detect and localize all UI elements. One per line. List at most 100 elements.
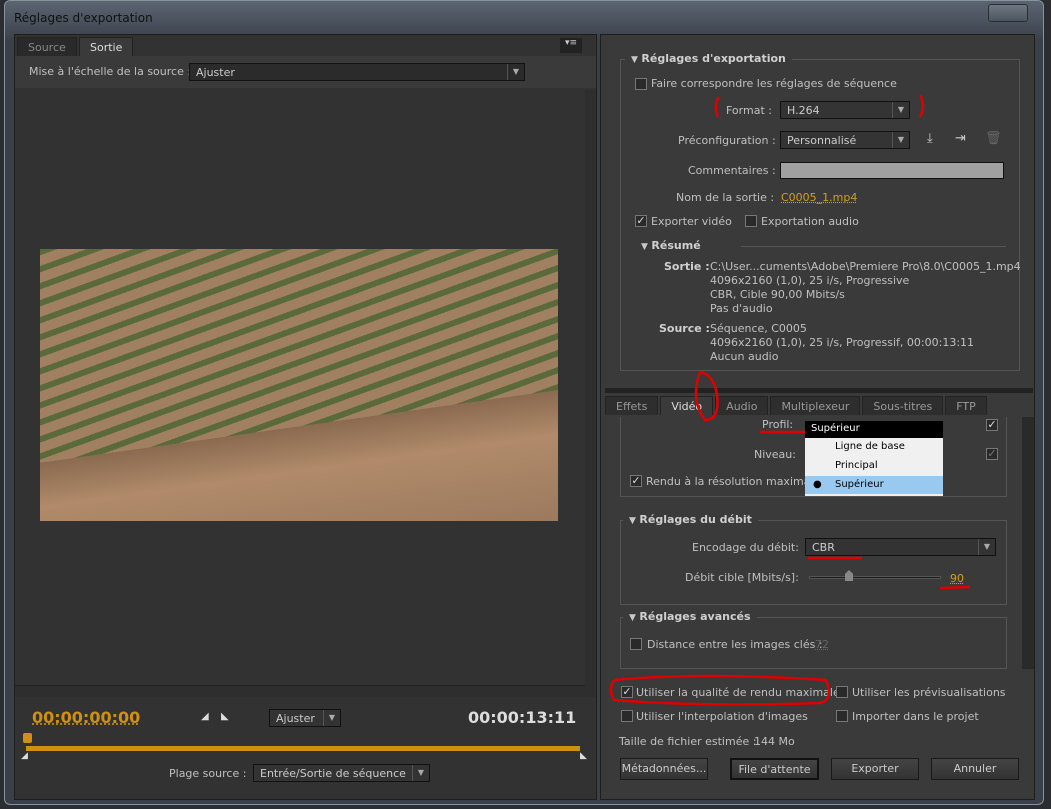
filesize-label: Taille de fichier estimée : <box>619 735 757 748</box>
preview-panel: Source Sortie ▾≡ Mise à l'échelle de la … <box>14 34 597 800</box>
chevron-down-icon: ▼ <box>412 765 429 781</box>
tab-sous-titres[interactable]: Sous-titres <box>862 396 944 415</box>
comments-label: Commentaires : <box>688 164 776 177</box>
panel-menu-icon[interactable]: ▾≡ <box>560 38 582 53</box>
profile-select[interactable]: Supérieur <box>805 421 943 438</box>
tab-audio[interactable]: Audio <box>715 396 769 415</box>
export-settings-header[interactable]: ▼ Réglages d'exportation <box>625 52 792 65</box>
scale-value: Ajuster <box>196 66 235 79</box>
export-video-checkbox[interactable]: ✓ <box>635 215 647 227</box>
keyframe-value[interactable]: 72 <box>815 638 829 651</box>
bitrate-header[interactable]: ▼ Réglages du débit <box>623 513 758 526</box>
encoding-select[interactable]: CBR ▼ <box>805 538 996 556</box>
import-project-label: Importer dans le projet <box>852 710 979 723</box>
chevron-down-icon: ▼ <box>323 710 340 726</box>
vertical-scrollbar[interactable] <box>585 90 596 697</box>
duration-timecode: 00:00:13:11 <box>468 708 577 727</box>
keyframe-label: Distance entre les images clés : <box>647 638 823 651</box>
format-value: H.264 <box>787 104 820 117</box>
import-project-checkbox[interactable] <box>836 710 848 722</box>
export-button[interactable]: Exporter <box>831 758 919 780</box>
timeline-bar[interactable] <box>26 746 580 751</box>
profile-option-selected[interactable]: ● Supérieur <box>805 476 943 494</box>
close-button[interactable] <box>988 4 1028 22</box>
profile-label: Profil: <box>762 418 794 431</box>
match-sequence-checkbox[interactable] <box>635 78 647 90</box>
preset-value: Personnalisé <box>787 134 857 147</box>
save-preset-icon[interactable]: ⤓ <box>927 131 933 146</box>
format-label: Format : <box>726 104 772 117</box>
scale-label: Mise à l'échelle de la source : <box>29 65 192 78</box>
import-preset-icon[interactable]: ⇥ <box>955 131 966 146</box>
bullet-icon: ● <box>813 479 822 490</box>
summary-source-lines: Séquence, C0005 4096x2160 (1,0), 25 i/s, … <box>710 322 975 363</box>
export-audio-checkbox[interactable] <box>745 215 757 227</box>
frame-blending-checkbox[interactable] <box>621 710 633 722</box>
target-bitrate-value[interactable]: 90 <box>950 572 964 585</box>
advanced-header[interactable]: ▼ Réglages avancés <box>623 610 757 623</box>
filesize-value: 144 Mo <box>754 735 795 748</box>
use-previews-checkbox[interactable] <box>836 686 848 698</box>
range-value: Entrée/Sortie de séquence <box>260 767 406 780</box>
zoom-value: Ajuster <box>276 712 315 725</box>
export-video-label: Exporter vidéo <box>651 215 732 228</box>
in-point-icon[interactable]: ◢ <box>21 751 28 761</box>
preset-label: Préconfiguration : <box>678 134 776 147</box>
cancel-button[interactable]: Annuler <box>931 758 1019 780</box>
tab-video[interactable]: Vidéo <box>660 396 714 415</box>
playhead-icon[interactable] <box>23 733 32 743</box>
tab-sortie[interactable]: Sortie <box>79 37 134 56</box>
horizontal-scrollbar[interactable] <box>15 685 585 697</box>
chevron-down-icon: ▼ <box>892 102 909 118</box>
export-audio-label: Exportation audio <box>761 215 859 228</box>
encoding-label: Encodage du débit: <box>692 541 799 554</box>
max-depth-checkbox[interactable]: ✓ <box>630 475 642 487</box>
summary-header[interactable]: ▼ Résumé <box>641 239 701 252</box>
range-select[interactable]: Entrée/Sortie de séquence ▼ <box>253 764 430 782</box>
chevron-down-icon: ▼ <box>978 539 995 555</box>
target-bitrate-label: Débit cible [Mbits/s]: <box>685 571 799 584</box>
frame-blending-label: Utiliser l'interpolation d'images <box>636 710 808 723</box>
settings-scrollbar[interactable] <box>1022 417 1034 669</box>
mark-in-icon[interactable]: ◢ <box>201 711 209 722</box>
current-timecode[interactable]: 00:00:00:00 <box>32 708 140 727</box>
tab-ftp[interactable]: FTP <box>945 396 987 415</box>
preview-image <box>40 249 558 521</box>
bitrate-slider[interactable] <box>809 576 941 579</box>
max-depth-label: Rendu à la résolution maximale <box>646 475 821 488</box>
settings-panel: ▼ Réglages d'exportation Faire correspon… <box>600 34 1035 800</box>
keyframe-checkbox[interactable] <box>630 638 642 650</box>
mark-out-icon[interactable]: ◣ <box>221 711 229 722</box>
tab-multiplexeur[interactable]: Multiplexeur <box>770 396 861 415</box>
delete-preset-icon[interactable]: 🗑 <box>985 131 1002 146</box>
profile-dropdown-menu: Ligne de base Principal ● Supérieur <box>805 438 943 496</box>
match-sequence-label: Faire correspondre les réglages de séque… <box>651 77 897 90</box>
level-match-checkbox[interactable]: ✓ <box>986 448 998 460</box>
zoom-select[interactable]: Ajuster ▼ <box>269 709 341 727</box>
summary-output-label: Sortie : <box>664 260 710 273</box>
profile-match-checkbox[interactable]: ✓ <box>986 419 998 431</box>
output-name-link[interactable]: C0005_1.mp4 <box>781 191 857 204</box>
dialog-title: Réglages d'exportation <box>14 11 153 25</box>
max-quality-checkbox[interactable]: ✓ <box>621 686 633 698</box>
summary-output-lines: C:\User...cuments\Adobe\Premiere Pro\8.0… <box>710 260 1021 315</box>
range-label: Plage source : <box>169 767 247 780</box>
queue-button[interactable]: File d'attente <box>730 758 819 780</box>
panel-divider[interactable] <box>605 388 1033 393</box>
format-select[interactable]: H.264 ▼ <box>780 101 910 119</box>
tab-effets[interactable]: Effets <box>605 396 659 415</box>
profile-option[interactable]: Ligne de base <box>805 438 943 457</box>
level-label: Niveau: <box>754 448 796 461</box>
max-quality-label: Utiliser la qualité de rendu maximale <box>636 686 840 699</box>
summary-source-label: Source : <box>659 322 710 335</box>
metadata-button[interactable]: Métadonnées... <box>620 758 708 780</box>
preset-select[interactable]: Personnalisé ▼ <box>780 131 910 149</box>
out-point-icon[interactable]: ◣ <box>580 751 587 761</box>
encoding-value: CBR <box>812 541 835 554</box>
profile-option[interactable]: Principal <box>805 457 943 476</box>
chevron-down-icon: ▼ <box>892 132 909 148</box>
tab-source[interactable]: Source <box>17 37 77 56</box>
output-name-label: Nom de la sortie : <box>676 191 775 204</box>
scale-select[interactable]: Ajuster ▼ <box>189 63 525 81</box>
comments-input[interactable] <box>780 162 1004 179</box>
